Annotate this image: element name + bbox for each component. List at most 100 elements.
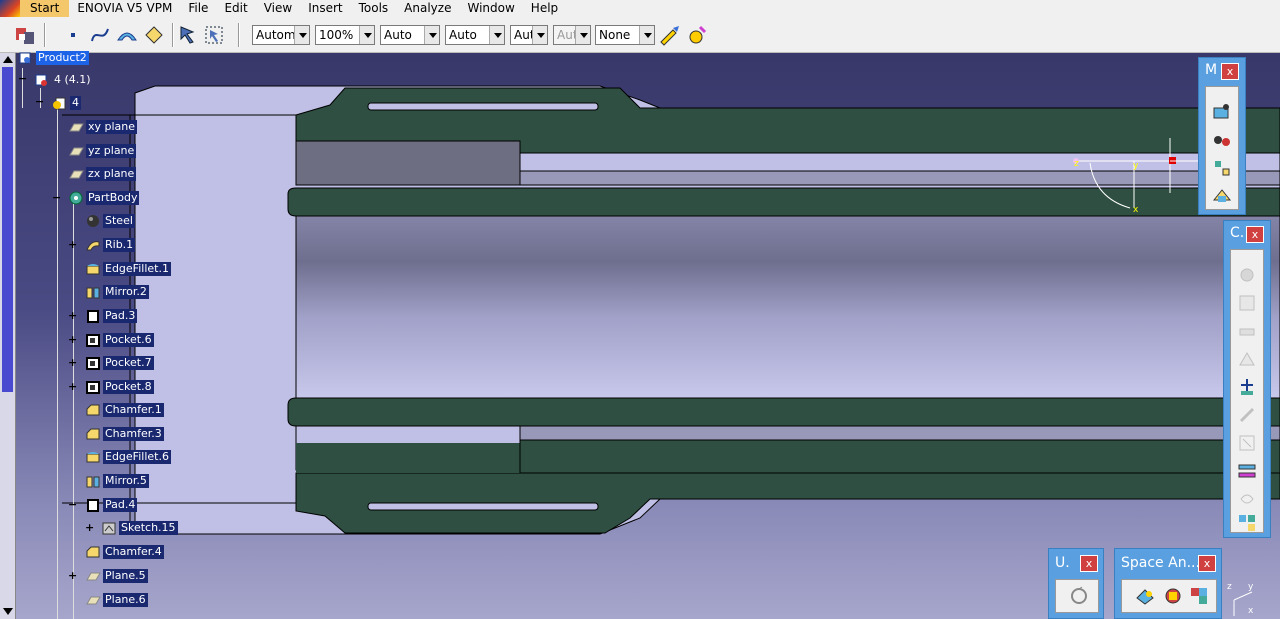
tree-item-chamfer-1[interactable]: Chamfer.1 (85, 402, 164, 418)
point-icon[interactable] (62, 24, 84, 46)
menu-workbench[interactable]: ENOVIA V5 VPM (69, 0, 180, 17)
reuse-pattern-icon[interactable] (1236, 512, 1258, 534)
tree-item-xy-plane[interactable]: xy plane (68, 119, 138, 135)
tree-expander[interactable]: + (85, 522, 94, 533)
tree-item-chamfer-4[interactable]: Chamfer.4 (85, 544, 164, 560)
compass-label-y: y (1248, 582, 1254, 592)
sketch-plane-icon[interactable] (143, 24, 165, 46)
tree-expander[interactable]: − (68, 499, 77, 510)
tree-item-plane-5[interactable]: Plane.5 (85, 568, 148, 584)
stop-manipulate-icon[interactable] (1211, 185, 1233, 207)
color-combo[interactable]: Automa (252, 25, 310, 45)
tree-expander[interactable]: − (35, 96, 44, 107)
line-type-combo[interactable]: Auto (445, 25, 505, 45)
menu-analyze[interactable]: Analyze (396, 0, 459, 17)
menu-window[interactable]: Window (459, 0, 522, 17)
edgefillet-icon (86, 452, 100, 463)
tree-expander[interactable]: + (68, 570, 77, 581)
tree-expander[interactable]: + (68, 310, 77, 321)
tree-scrollbar[interactable] (0, 53, 16, 619)
tree-item-pad-3[interactable]: Pad.3 (85, 308, 138, 324)
painter-icon[interactable] (659, 24, 681, 46)
menu-file[interactable]: File (180, 0, 216, 17)
tree-part[interactable]: 4 (52, 95, 81, 111)
clash-icon[interactable] (1134, 585, 1156, 607)
tree-label: Mirror.5 (103, 474, 149, 488)
tree-expander[interactable]: − (52, 192, 61, 203)
properties-icon[interactable] (686, 24, 708, 46)
product-icon (19, 52, 31, 64)
material-sphere-icon (87, 215, 99, 227)
tree-root-product[interactable]: Product2 (18, 50, 89, 66)
sectioning-icon[interactable] (1162, 585, 1184, 607)
tree-item-chamfer-3[interactable]: Chamfer.3 (85, 426, 164, 442)
floating-toolbar-m[interactable]: M x (1198, 57, 1246, 215)
close-icon[interactable]: x (1198, 555, 1216, 572)
floating-toolbar-u[interactable]: U. x (1048, 548, 1104, 619)
tree-item-plane-6[interactable]: Plane.6 (85, 592, 148, 608)
tree-item-sketch-15[interactable]: Sketch.15 (101, 520, 178, 536)
floating-toolbar-body (1055, 579, 1099, 613)
tree-item-mirror-2[interactable]: Mirror.2 (85, 284, 149, 300)
tree-label: Chamfer.3 (103, 427, 164, 441)
tree-item-material[interactable]: Steel (85, 213, 135, 229)
tree-item-zx-plane[interactable]: zx plane (68, 166, 137, 182)
body-icon (69, 191, 83, 205)
point-type-combo[interactable]: Aut (510, 25, 548, 45)
manipulation-icon[interactable] (1211, 101, 1233, 123)
menu-view[interactable]: View (256, 0, 300, 17)
compass-label-x: x (1248, 606, 1254, 616)
floating-toolbar-space-analysis[interactable]: Space An... x (1114, 548, 1222, 619)
scroll-down-icon[interactable] (3, 608, 13, 615)
menu-edit[interactable]: Edit (216, 0, 255, 17)
close-icon[interactable]: x (1246, 226, 1264, 243)
tree-expander[interactable]: − (18, 73, 27, 84)
tree-label: EdgeFillet.1 (103, 262, 171, 276)
tree-item-pocket-8[interactable]: Pocket.8 (85, 379, 154, 395)
fix-component-icon[interactable] (1236, 376, 1258, 398)
line-thickness-combo[interactable]: Auto (380, 25, 440, 45)
menu-tools[interactable]: Tools (351, 0, 397, 17)
spline-icon[interactable] (89, 24, 111, 46)
tree-expander[interactable]: + (68, 239, 77, 250)
product-tools-icon[interactable] (14, 24, 36, 46)
distance-analysis-icon[interactable] (1188, 585, 1210, 607)
tree-item-pocket-7[interactable]: Pocket.7 (85, 355, 154, 371)
tree-item-yz-plane[interactable]: yz plane (68, 143, 137, 159)
tree-item-mirror-5[interactable]: Mirror.5 (85, 473, 149, 489)
menu-start[interactable]: Start (20, 0, 70, 17)
scroll-up-icon[interactable] (3, 56, 13, 63)
select-mode-icon[interactable] (177, 24, 199, 46)
close-icon[interactable]: x (1080, 555, 1098, 572)
3d-viewport[interactable]: z y x z y x (0, 53, 1280, 619)
snap-icon[interactable] (1211, 129, 1233, 151)
explode-icon[interactable] (1211, 157, 1233, 179)
flexible-subassembly-icon[interactable] (1236, 460, 1258, 482)
floating-toolbar-body (1230, 249, 1264, 533)
tree-item-edgefillet-6[interactable]: EdgeFillet.6 (85, 449, 171, 465)
scroll-thumb[interactable] (2, 67, 13, 392)
tree-item-pad-4[interactable]: Pad.4 (85, 497, 138, 513)
tree-instance[interactable]: 4 (4.1) (34, 72, 93, 88)
floating-toolbar-title: C. (1230, 225, 1245, 241)
tree-expander[interactable]: + (68, 334, 77, 345)
menu-insert[interactable]: Insert (300, 0, 350, 17)
tree-label: Mirror.2 (103, 285, 149, 299)
select-trap-icon[interactable] (203, 24, 225, 46)
tree-item-pocket-6[interactable]: Pocket.6 (85, 332, 154, 348)
surface-icon[interactable] (116, 24, 138, 46)
close-icon[interactable]: x (1221, 63, 1239, 80)
transparency-combo[interactable]: 100% (315, 25, 375, 45)
tree-label: Pocket.7 (103, 356, 154, 370)
tree-item-edgefillet-1[interactable]: EdgeFillet.1 (85, 261, 171, 277)
tree-item-rib[interactable]: Rib.1 (85, 237, 136, 253)
tree-item-partbody[interactable]: PartBody (68, 190, 140, 206)
update-icon[interactable] (1068, 585, 1090, 607)
tree-expander[interactable]: + (68, 357, 77, 368)
floating-toolbar-c[interactable]: C. x (1223, 220, 1271, 538)
menu-help[interactable]: Help (523, 0, 566, 17)
layer-combo[interactable]: None (595, 25, 655, 45)
pocket-icon (86, 357, 100, 370)
tree-label: Rib.1 (103, 238, 136, 252)
tree-expander[interactable]: + (68, 381, 77, 392)
